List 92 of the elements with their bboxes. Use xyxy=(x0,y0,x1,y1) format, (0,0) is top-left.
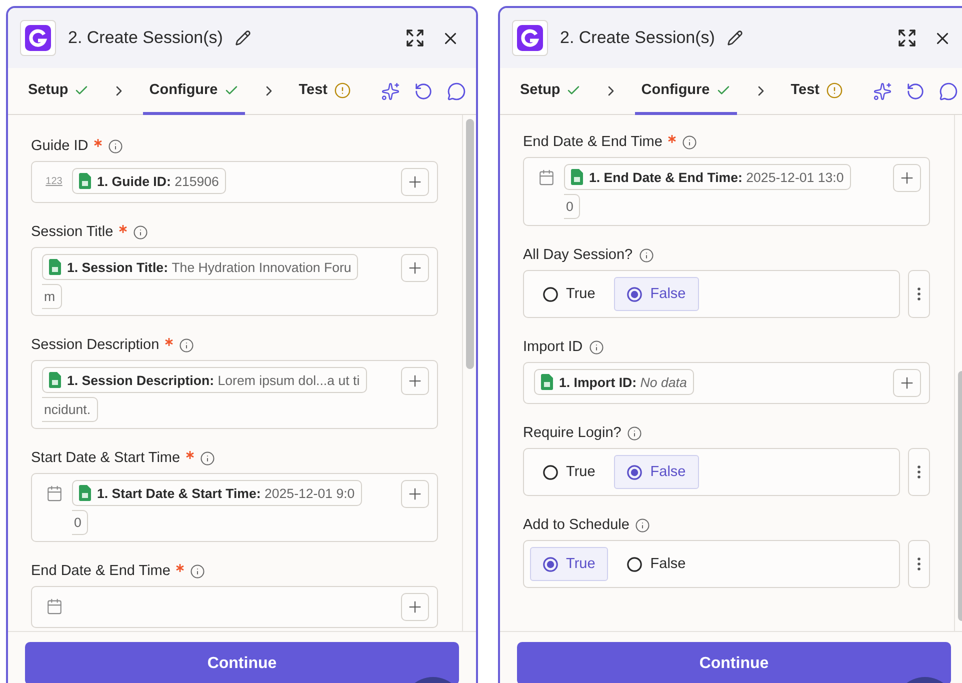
radio-icon xyxy=(627,286,642,302)
field-label: Session Description xyxy=(31,337,160,353)
radio-icon xyxy=(543,286,558,302)
add-button[interactable] xyxy=(401,367,429,395)
sparkle-icon[interactable] xyxy=(873,82,892,100)
app-logo xyxy=(20,20,56,56)
radio-option[interactable]: True xyxy=(530,277,608,311)
number-type-icon: 123 xyxy=(46,173,62,187)
app-logo xyxy=(512,20,548,56)
field-label: End Date & End Time xyxy=(31,563,170,579)
step-tab[interactable]: Test xyxy=(292,68,356,115)
kebab-icon xyxy=(917,465,921,479)
add-button[interactable] xyxy=(893,164,921,192)
mapped-value-chip[interactable]: 1. Session Description: Lorem ipsum dol...a ut ti xyxy=(42,367,367,393)
field-label: Guide ID xyxy=(31,138,88,154)
mapped-value-chip[interactable]: 1. Guide ID: 215906 xyxy=(72,168,226,194)
step-tab[interactable]: Setup xyxy=(22,68,96,115)
radio-option[interactable]: False xyxy=(614,277,699,311)
chat-icon[interactable] xyxy=(939,82,958,100)
radio-option[interactable]: True xyxy=(530,547,608,581)
kebab-icon xyxy=(917,287,921,301)
step-tab[interactable]: Setup xyxy=(514,68,588,115)
step-tab[interactable]: Test xyxy=(784,68,848,115)
mapped-value-chip[interactable]: 1. Start Date & Start Time: 2025-12-01 9:0 xyxy=(72,480,362,506)
spreadsheet-icon xyxy=(49,259,61,275)
calendar-icon xyxy=(46,485,62,502)
mapped-value-chip-continuation[interactable]: m xyxy=(42,284,62,309)
field-label: Import ID xyxy=(523,339,583,355)
field-label: Require Login? xyxy=(523,425,622,441)
add-button[interactable] xyxy=(401,168,429,196)
field-label: End Date & End Time xyxy=(523,134,662,150)
mapped-value-chip-continuation[interactable]: 0 xyxy=(72,510,88,535)
add-button[interactable] xyxy=(401,480,429,508)
radio-icon xyxy=(543,464,558,480)
step-tab[interactable]: Configure xyxy=(143,68,245,115)
add-button[interactable] xyxy=(401,593,429,621)
radio-icon xyxy=(627,464,642,480)
undo-icon[interactable] xyxy=(906,82,925,100)
input-field[interactable]: 1. Session Title: The Hydration Innovation Foru m xyxy=(31,247,438,316)
info-icon[interactable] xyxy=(638,248,654,262)
info-icon[interactable] xyxy=(190,564,206,578)
radio-icon xyxy=(627,556,642,572)
kebab-icon xyxy=(917,557,921,571)
chat-icon[interactable] xyxy=(447,82,466,100)
info-icon[interactable] xyxy=(108,138,124,154)
input-field[interactable] xyxy=(31,586,438,628)
add-button[interactable] xyxy=(401,254,429,282)
field-label: All Day Session? xyxy=(523,247,633,263)
radio-option[interactable]: False xyxy=(614,547,699,581)
mapped-value-chip[interactable]: 1. End Date & End Time: 2025-12-01 13:0 xyxy=(564,164,851,190)
field-label: Add to Schedule xyxy=(523,517,630,533)
sparkle-icon[interactable] xyxy=(381,82,400,100)
mapped-value-chip[interactable]: 1. Session Title: The Hydration Innovation Foru xyxy=(42,254,358,280)
edit-icon[interactable] xyxy=(234,30,251,46)
field-label: Session Title xyxy=(31,224,114,240)
step-tab[interactable]: Configure xyxy=(635,68,737,115)
spreadsheet-icon xyxy=(79,173,91,189)
scrollbar[interactable] xyxy=(462,115,476,631)
calendar-icon xyxy=(538,169,554,186)
undo-icon[interactable] xyxy=(414,82,433,100)
input-field[interactable]: 1. Start Date & Start Time: 2025-12-01 9:0 0 xyxy=(31,473,438,542)
mapped-value-chip-continuation[interactable]: 0 xyxy=(564,194,580,219)
info-icon[interactable] xyxy=(635,518,650,532)
info-icon[interactable] xyxy=(682,134,698,150)
spreadsheet-icon xyxy=(541,374,553,390)
radio-option[interactable]: False xyxy=(614,455,699,489)
spreadsheet-icon xyxy=(571,169,583,185)
input-field[interactable]: 123 1. Guide ID: 215906 xyxy=(31,161,438,203)
radio-icon xyxy=(543,556,558,572)
panel-title: 2. Create Session(s) xyxy=(560,28,715,48)
info-icon[interactable] xyxy=(179,338,194,352)
input-field[interactable]: 1. Session Description: Lorem ipsum dol...a ut ti ncidunt. xyxy=(31,360,438,429)
spreadsheet-icon xyxy=(49,372,61,388)
add-button[interactable] xyxy=(893,369,921,397)
edit-icon[interactable] xyxy=(726,30,743,46)
radio-option[interactable]: True xyxy=(530,455,608,489)
field-label: Start Date & Start Time xyxy=(31,450,180,466)
continue-button[interactable]: Continue xyxy=(25,642,459,683)
info-icon[interactable] xyxy=(627,426,642,440)
input-field[interactable]: 1. Import ID: No data xyxy=(523,362,930,404)
calendar-icon xyxy=(46,598,62,615)
info-icon[interactable] xyxy=(133,224,148,240)
expand-icon[interactable] xyxy=(405,28,425,48)
expand-icon[interactable] xyxy=(897,28,917,48)
info-icon[interactable] xyxy=(588,340,604,354)
spreadsheet-icon xyxy=(79,485,91,501)
panel-title: 2. Create Session(s) xyxy=(68,28,223,48)
info-icon[interactable] xyxy=(200,450,216,466)
mapped-value-chip-continuation[interactable]: ncidunt. xyxy=(42,397,98,422)
mapped-value-chip[interactable]: 1. Import ID: No data xyxy=(534,369,694,395)
input-field[interactable]: 1. End Date & End Time: 2025-12-01 13:0 0 xyxy=(523,157,930,226)
continue-button[interactable]: Continue xyxy=(517,642,951,683)
